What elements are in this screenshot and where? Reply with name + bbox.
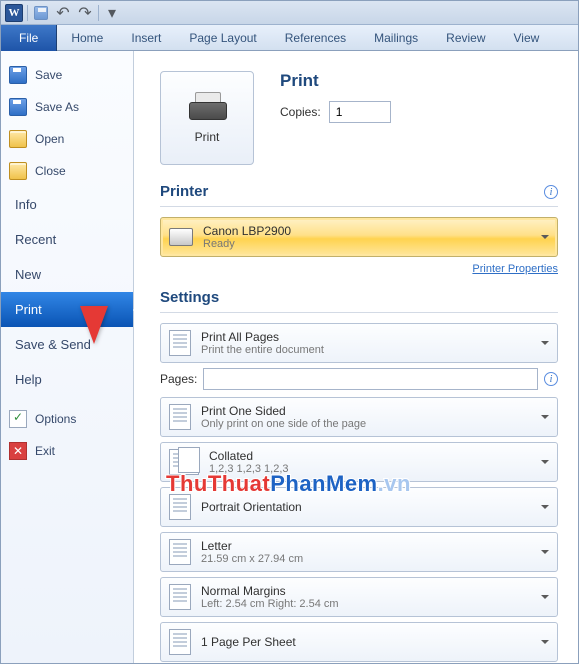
print-panel: Print Print Copies: Printer i Canon LBP2… [134,51,578,663]
print-button[interactable]: Print [160,71,254,165]
options-icon: ✓ [9,410,27,428]
print-range-dropdown[interactable]: Print All PagesPrint the entire document [160,323,558,363]
ribbon-tabs: File Home Insert Page Layout References … [1,25,578,51]
sidebar-item-open[interactable]: Open [1,123,133,155]
separator [98,5,99,21]
printer-dropdown[interactable]: Canon LBP2900 Ready [160,217,558,257]
sidebar-item-label: Open [35,132,64,146]
paper-size-dropdown[interactable]: Letter21.59 cm x 27.94 cm [160,532,558,572]
quick-access-toolbar: W ↶ ↷ ▾ [1,1,578,25]
pages-label: Pages: [160,372,197,386]
undo-button[interactable]: ↶ [54,5,72,21]
orientation-dropdown[interactable]: Portrait Orientation [160,487,558,527]
print-button-label: Print [195,130,220,144]
rule [160,206,558,207]
sidebar-item-label: Exit [35,444,55,458]
word-app-icon: W [5,4,23,22]
sidebar-item-save-as[interactable]: Save As [1,91,133,123]
pages-row: Pages: i [160,368,558,390]
tab-references[interactable]: References [271,25,360,51]
page-icon [169,404,191,430]
sidebar-item-options[interactable]: ✓ Options [1,403,133,435]
exit-icon: ✕ [9,442,27,460]
file-tab[interactable]: File [1,25,57,51]
sidebar-item-close[interactable]: Close [1,155,133,187]
printer-info-icon[interactable]: i [544,185,558,199]
sidebar-item-new[interactable]: New [1,257,133,292]
margins-icon [169,584,191,610]
rule [160,312,558,313]
printer-header: Printer i [160,183,558,200]
chevron-down-icon [541,505,549,513]
copies-input[interactable] [329,101,391,123]
sidebar-item-print[interactable]: Print [1,292,133,327]
print-top-row: Print Print Copies: [160,71,558,165]
backstage-body: Save Save As Open Close Info Recent New … [1,51,578,663]
printer-small-icon [169,228,193,246]
settings-header: Settings [160,289,558,306]
sidebar-item-help[interactable]: Help [1,362,133,397]
chevron-down-icon [541,415,549,423]
sidebar-item-label: Save [35,68,62,82]
sidebar-item-label: Options [35,412,76,426]
print-title: Print [280,71,391,91]
open-icon [9,130,27,148]
chevron-down-icon [541,460,549,468]
collate-icon [169,449,199,475]
pages-per-sheet-dropdown[interactable]: 1 Page Per Sheet [160,622,558,662]
separator [27,5,28,21]
paper-icon [169,539,191,565]
save-qat-button[interactable] [32,5,50,21]
chevron-down-icon [541,640,549,648]
sidebar-item-label: Close [35,164,66,178]
document-icon [169,330,191,356]
tab-insert[interactable]: Insert [117,25,175,51]
sidebar-item-save-send[interactable]: Save & Send [1,327,133,362]
pages-input[interactable] [203,368,538,390]
printer-name: Canon LBP2900 [203,224,291,238]
sidebar-item-recent[interactable]: Recent [1,222,133,257]
sidebar-item-label: Save As [35,100,79,114]
sidebar-item-save[interactable]: Save [1,59,133,91]
sidebar-item-exit[interactable]: ✕ Exit [1,435,133,467]
sides-dropdown[interactable]: Print One SidedOnly print on one side of… [160,397,558,437]
portrait-icon [169,494,191,520]
tab-page-layout[interactable]: Page Layout [175,25,270,51]
printer-status: Ready [203,238,291,250]
chevron-down-icon [541,341,549,349]
printer-properties-link[interactable]: Printer Properties [160,263,558,275]
tab-home[interactable]: Home [57,25,117,51]
backstage-sidebar: Save Save As Open Close Info Recent New … [1,51,134,663]
chevron-down-icon [541,595,549,603]
pages-info-icon[interactable]: i [544,372,558,386]
sidebar-item-info[interactable]: Info [1,187,133,222]
margins-dropdown[interactable]: Normal MarginsLeft: 2.54 cm Right: 2.54 … [160,577,558,617]
tab-view[interactable]: View [500,25,554,51]
tab-review[interactable]: Review [432,25,499,51]
close-folder-icon [9,162,27,180]
tab-mailings[interactable]: Mailings [360,25,432,51]
customize-qat-button[interactable]: ▾ [103,5,121,21]
printer-icon [187,92,227,124]
collate-dropdown[interactable]: Collated1,2,3 1,2,3 1,2,3 [160,442,558,482]
chevron-down-icon [541,550,549,558]
copies-label: Copies: [280,105,321,119]
chevron-down-icon [541,235,549,243]
redo-button[interactable]: ↷ [76,5,94,21]
sheet-icon [169,629,191,655]
copies-row: Copies: [280,101,391,123]
save-as-icon [9,98,27,116]
save-icon [9,66,27,84]
